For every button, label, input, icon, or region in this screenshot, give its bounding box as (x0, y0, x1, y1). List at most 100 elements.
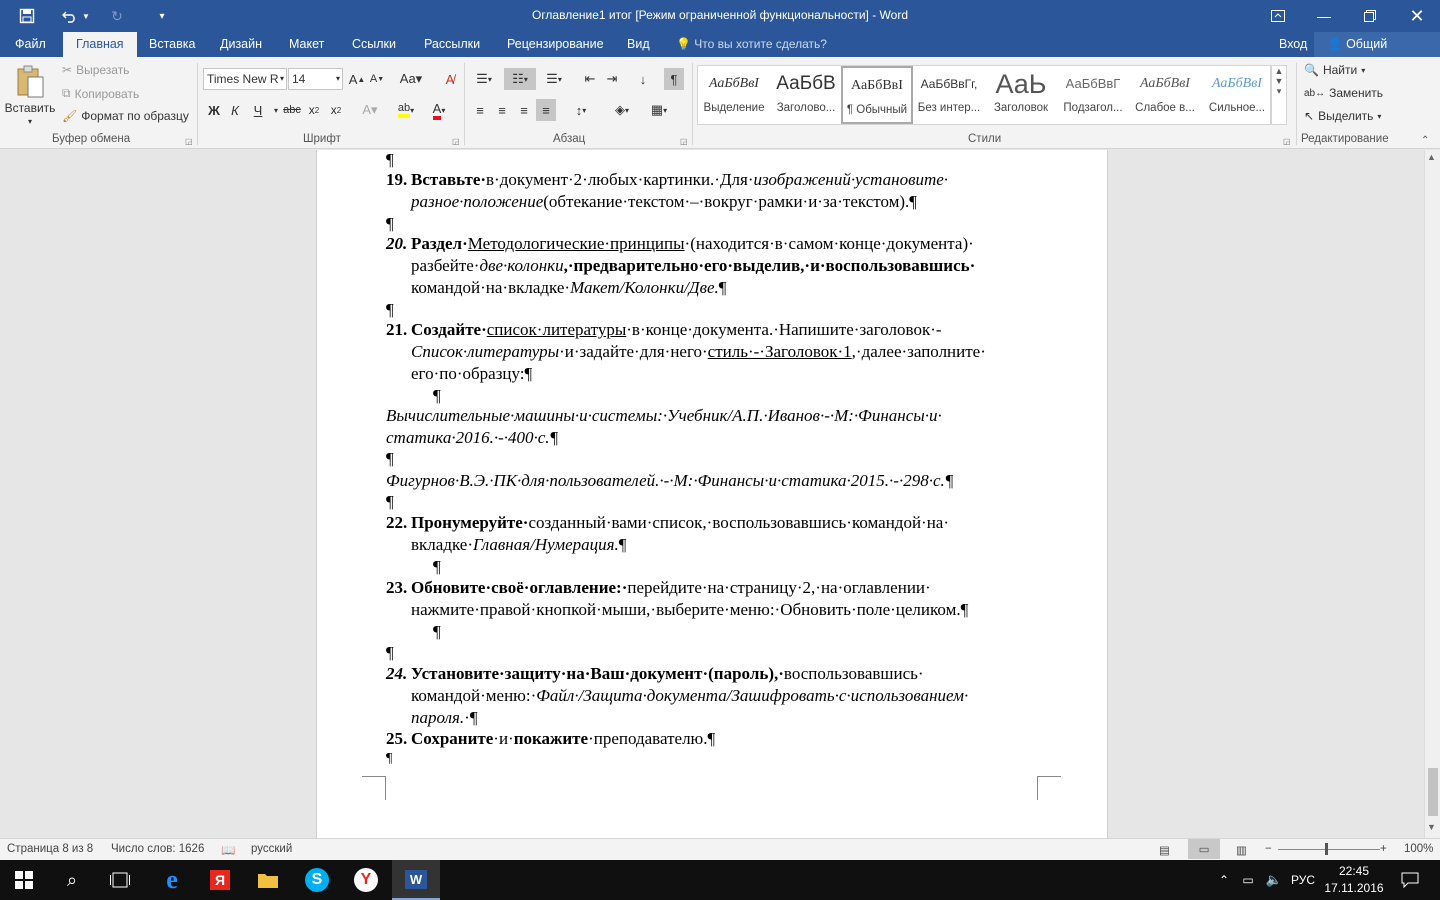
style-heading1[interactable]: АаБбВ Заголово... (770, 66, 842, 124)
font-color-button[interactable]: A ▾ (425, 99, 453, 121)
collapse-ribbon-icon[interactable]: ⌃ (1421, 135, 1429, 146)
zoom-slider-track[interactable] (1278, 849, 1380, 850)
shrink-font-button[interactable]: A ▼ (367, 68, 387, 90)
show-formatting-marks-button[interactable]: ¶ (664, 68, 684, 90)
font-size-input[interactable]: 14 ▾ (288, 68, 343, 90)
select-button[interactable]: ↖ Выделить ▾ (1304, 109, 1381, 123)
scroll-thumb[interactable] (1428, 768, 1438, 816)
grow-font-button[interactable]: A ▲ (347, 68, 367, 90)
notifications-icon[interactable] (1386, 860, 1434, 900)
tab-references[interactable]: Ссылки (339, 32, 409, 57)
close-button[interactable]: ✕ (1394, 0, 1440, 32)
style-preview: АаБбВ (776, 73, 836, 94)
style-no-spacing[interactable]: АаБбВвГг, Без интер... (913, 66, 985, 124)
tab-review[interactable]: Рецензирование (494, 32, 617, 57)
clipboard-launcher-icon[interactable]: ◲ (185, 137, 193, 146)
minimize-button[interactable]: — (1301, 0, 1347, 32)
bullets-button[interactable]: ☰ ▾ (470, 68, 498, 90)
vertical-scrollbar[interactable]: ▲ ▼ (1424, 150, 1440, 838)
zoom-out-icon[interactable]: − (1265, 843, 1272, 855)
word-count[interactable]: Число слов: 1626 (111, 843, 204, 855)
paste-button[interactable]: Вставить ▾ (5, 65, 55, 126)
paragraph-launcher-icon[interactable]: ◲ (680, 137, 688, 146)
keyboard-language[interactable]: РУС (1286, 860, 1320, 900)
page-count[interactable]: Страница 8 из 8 (7, 843, 93, 855)
tell-me-box[interactable]: 💡 Что вы хотите сделать? (676, 32, 827, 57)
language[interactable]: русский (251, 843, 292, 855)
style-subtle-emphasis[interactable]: АаБбВвІ Слабое в... (1129, 66, 1201, 124)
tab-file[interactable]: Файл (2, 32, 59, 57)
print-layout-icon[interactable]: ▭ (1188, 839, 1220, 859)
underline-button[interactable]: Ч (248, 99, 268, 121)
bold-button[interactable]: Ж (204, 99, 224, 121)
restore-button[interactable] (1347, 0, 1393, 32)
justify-icon[interactable]: ≡ (536, 99, 556, 121)
font-name-input[interactable]: Times New R ▾ (203, 68, 287, 90)
zoom-in-icon[interactable]: + (1380, 843, 1387, 855)
style-normal[interactable]: АаБбВвІ ¶ Обычный (841, 66, 913, 124)
proofing-icon[interactable]: 📖 (221, 843, 235, 857)
copy-button[interactable]: ⧉ Копировать (62, 86, 139, 101)
font-launcher-icon[interactable]: ◲ (452, 137, 460, 146)
yandex-browser-icon[interactable]: Я (196, 860, 244, 900)
tab-home[interactable]: Главная (63, 32, 137, 57)
style-intense-emphasis[interactable]: АаБбВвІ Сильное... (1201, 66, 1273, 124)
styles-launcher-icon[interactable]: ◲ (1283, 137, 1291, 146)
read-mode-icon[interactable]: ▤ (1159, 843, 1170, 857)
ribbon-display-options-icon[interactable] (1255, 0, 1301, 32)
scroll-up-icon[interactable]: ▲ (1427, 152, 1436, 162)
battery-icon[interactable]: ▭ (1236, 860, 1260, 900)
tab-insert[interactable]: Вставка (136, 32, 208, 57)
style-title[interactable]: АаЬ Заголовок (985, 66, 1057, 124)
search-icon[interactable]: ⌕ (48, 860, 96, 900)
subscript-button[interactable]: x2 (304, 99, 324, 121)
superscript-button[interactable]: x2 (326, 99, 346, 121)
tab-mailings[interactable]: Рассылки (411, 32, 493, 57)
style-preview: АаБбВвГ (1065, 76, 1121, 91)
borders-button[interactable]: ▦ ▾ (645, 99, 673, 121)
word-app-icon[interactable]: W (392, 860, 440, 900)
numbering-button[interactable]: ☷ ▾ (504, 68, 536, 90)
tab-view[interactable]: Вид (614, 32, 663, 57)
zoom-slider-thumb[interactable] (1325, 843, 1328, 855)
text-effects-icon[interactable]: A▾ (360, 99, 380, 121)
style-subtitle[interactable]: АаБбВвГ Подзагол... (1057, 66, 1129, 124)
align-right-icon[interactable]: ≡ (514, 99, 534, 121)
style-emphasis[interactable]: АаБбВвІ Выделение (698, 66, 770, 124)
tab-layout[interactable]: Макет (276, 32, 337, 57)
zoom-level[interactable]: 100% (1404, 843, 1433, 855)
highlight-color-button[interactable]: ab ▾ (392, 99, 420, 121)
change-case-button[interactable]: Aa▾ (397, 68, 425, 90)
align-center-icon[interactable]: ≡ (492, 99, 512, 121)
shading-button[interactable]: ◈ ▾ (608, 99, 636, 121)
clear-formatting-icon[interactable]: A̸ (440, 68, 460, 90)
yandex-icon[interactable]: Y (342, 860, 390, 900)
find-button[interactable]: 🔍 Найти ▾ (1304, 63, 1365, 77)
chevron-up-icon[interactable]: ⌃ (1212, 860, 1236, 900)
strikethrough-button[interactable]: abc (282, 99, 302, 121)
increase-indent-icon[interactable]: ⇥ (602, 68, 622, 90)
decrease-indent-icon[interactable]: ⇤ (580, 68, 600, 90)
clock[interactable]: 22:45 17.11.2016 (1322, 863, 1386, 897)
align-left-icon[interactable]: ≡ (470, 99, 490, 121)
edge-browser-icon[interactable]: e (148, 860, 196, 900)
styles-gallery-scroll[interactable]: ▲ ▼ ▾ (1271, 65, 1287, 125)
file-explorer-icon[interactable] (244, 860, 292, 900)
multilevel-list-button[interactable]: ☰ ▾ (540, 68, 568, 90)
cut-button[interactable]: ✂ Вырезать (62, 63, 129, 77)
task-view-icon[interactable] (96, 860, 144, 900)
style-preview: АаБбВвІ (1212, 76, 1262, 91)
format-painter-button[interactable]: 🖌 Формат по образцу (62, 109, 189, 123)
line-spacing-button[interactable]: ↕ ▾ (567, 99, 595, 121)
web-layout-icon[interactable]: ▥ (1236, 843, 1247, 857)
scroll-down-icon[interactable]: ▼ (1427, 822, 1436, 832)
sort-icon[interactable]: ↓ (633, 68, 653, 90)
replace-button[interactable]: ab↔ Заменить (1304, 86, 1383, 100)
tab-design[interactable]: Дизайн (207, 32, 275, 57)
skype-icon[interactable]: S (293, 860, 341, 900)
share-button[interactable]: 👤 Общий доступ (1314, 32, 1440, 76)
volume-icon[interactable]: 🔈 (1262, 860, 1286, 900)
sign-in-link[interactable]: Вход (1266, 32, 1320, 57)
windows-start-icon[interactable] (0, 860, 48, 900)
italic-button[interactable]: К (225, 99, 245, 121)
